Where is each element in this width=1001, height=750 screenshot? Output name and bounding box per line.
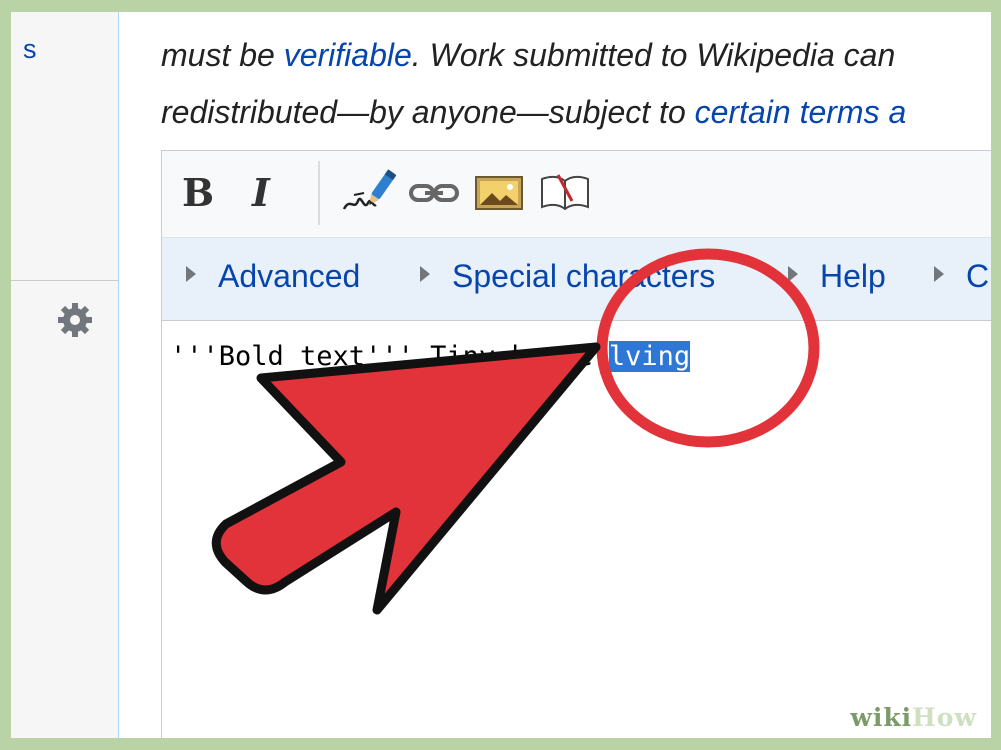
article-line-1: must be verifiable. Work submitted to Wi…	[161, 37, 896, 73]
sidebar-divider	[11, 280, 118, 281]
wiki-editor: B I Advanced Special characters Help C '…	[161, 150, 991, 738]
expand-arrow-icon	[788, 266, 798, 282]
article-line-2: redistributed—by anyone—subject to certa…	[161, 94, 907, 130]
wikihow-watermark: wikiHow	[850, 703, 977, 732]
tab-cite[interactable]: C	[934, 258, 989, 295]
link-icon[interactable]	[408, 177, 460, 209]
italic-button[interactable]: I	[252, 170, 286, 215]
gear-icon[interactable]	[55, 300, 95, 340]
article-text: must be verifiable. Work submitted to Wi…	[161, 27, 906, 141]
wikitext-line: '''Bold text''' Tiny house lving	[170, 341, 691, 372]
editor-tabs: Advanced Special characters Help C	[162, 238, 991, 321]
tab-help[interactable]: Help	[788, 258, 886, 295]
sidebar-link[interactable]: s	[23, 34, 37, 65]
image-icon[interactable]	[474, 175, 524, 211]
toolbar-separator	[318, 161, 320, 225]
edit-textarea[interactable]: '''Bold text''' Tiny house lving	[162, 321, 991, 738]
screenshot-frame: s must be verifiable. Work submitted to …	[11, 12, 991, 738]
tab-special-characters[interactable]: Special characters	[420, 258, 715, 295]
reference-icon[interactable]	[538, 171, 592, 213]
editor-toolbar: B I	[162, 151, 991, 238]
expand-arrow-icon	[420, 266, 430, 282]
expand-arrow-icon	[934, 266, 944, 282]
tab-advanced[interactable]: Advanced	[186, 258, 360, 295]
terms-link[interactable]: certain terms a	[695, 94, 907, 130]
selected-text: lving	[608, 341, 691, 372]
verifiable-link[interactable]: verifiable	[284, 37, 412, 73]
bold-button[interactable]: B	[182, 170, 222, 215]
expand-arrow-icon	[186, 266, 196, 282]
signature-icon[interactable]	[340, 167, 396, 217]
left-sidebar: s	[11, 12, 119, 738]
